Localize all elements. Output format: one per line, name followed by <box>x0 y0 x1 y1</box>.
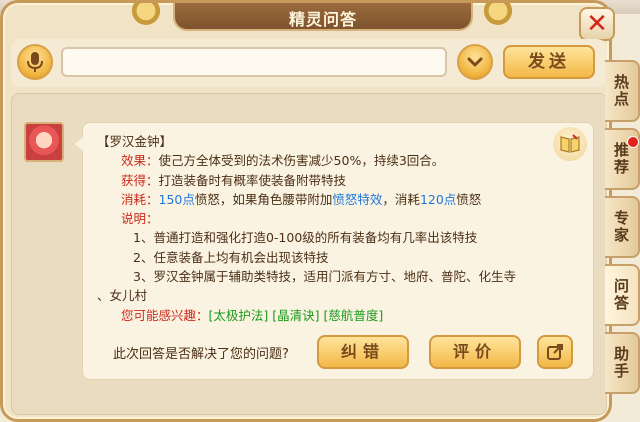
cost-value-2: 120点 <box>419 191 457 207</box>
tab-hot[interactable]: 热点 <box>605 60 640 122</box>
voice-button[interactable] <box>17 44 53 80</box>
tab-qa[interactable]: 问答 <box>605 264 640 326</box>
history-dropdown-button[interactable] <box>457 44 493 80</box>
title-bar: 精灵问答 <box>173 3 473 31</box>
microphone-icon <box>27 52 43 72</box>
send-button[interactable]: 发送 <box>503 45 595 79</box>
chevron-down-icon <box>467 57 483 67</box>
interest-link[interactable]: [慈航普度] <box>324 308 384 323</box>
correct-button[interactable]: 纠错 <box>317 335 409 369</box>
input-bar: 发送 <box>11 39 607 87</box>
book-icon[interactable] <box>553 127 587 161</box>
desc-item: 3、罗汉金钟属于辅助类特技，适用门派有方寸、地府、普陀、化生寺 <box>133 269 516 285</box>
effect-label: 效果 <box>121 153 147 169</box>
window-title: 精灵问答 <box>288 10 357 29</box>
tab-qa-label: 问答 <box>612 278 630 312</box>
tab-expert-label: 专家 <box>612 210 630 244</box>
obtain-line: 获得：打造装备时有概率使装备附带特技 <box>121 172 347 188</box>
answer-text: 【罗汉金钟】 效果：使己方全体受到的法术伤害减少50%，持续3回合。 获得：打造… <box>97 132 537 325</box>
feedback-row: 此次回答是否解决了您的问题? 纠错 评价 <box>113 333 583 369</box>
notification-dot <box>627 136 639 148</box>
effect-line: 效果：使己方全体受到的法术伤害减少50%，持续3回合。 <box>121 153 445 169</box>
tab-recommend[interactable]: 推荐 <box>605 128 640 190</box>
obtain-label: 获得 <box>121 172 147 188</box>
cost-text-1: 愤怒，如果角色腰带附加 <box>194 191 333 207</box>
desc-item: 2、任意装备上均有机会出现该特技 <box>133 249 329 265</box>
close-icon: ✕ <box>586 9 608 39</box>
interest-line: 您可能感兴趣：[太极护法] [晶清诀] [慈航普度] <box>121 307 384 323</box>
answer-heading: 【罗汉金钟】 <box>97 134 173 149</box>
tab-assistant-label: 助手 <box>612 346 630 380</box>
feedback-question: 此次回答是否解决了您的问题? <box>113 347 289 362</box>
cost-line: 消耗：150点愤怒，如果角色腰带附加愤怒特效，消耗120点愤怒 <box>121 191 482 207</box>
question-input[interactable] <box>61 47 447 77</box>
bubble-pointer <box>75 137 83 151</box>
share-icon <box>547 344 563 360</box>
cost-label: 消耗 <box>121 191 147 207</box>
cost-text-2: ，消耗 <box>382 191 420 207</box>
desc-label: 说明 <box>121 211 147 227</box>
desc-item-continuation: 、女儿村 <box>97 288 148 304</box>
desc-line: 说明： <box>121 211 159 227</box>
effect-text: 使己方全体受到的法术伤害减少50%，持续3回合。 <box>158 153 445 169</box>
answer-area: 【罗汉金钟】 效果：使己方全体受到的法术伤害减少50%，持续3回合。 获得：打造… <box>11 93 607 415</box>
cost-value-1: 150点 <box>158 191 195 207</box>
rate-button[interactable]: 评价 <box>429 335 521 369</box>
desc-item: 1、普通打造和强化打造0-100级的所有装备均有几率出该特技 <box>133 230 478 246</box>
interest-link[interactable]: [太极护法] <box>209 308 269 323</box>
tab-expert[interactable]: 专家 <box>605 196 640 258</box>
title-ornament-left <box>121 3 171 29</box>
cost-text-3: 愤怒 <box>456 191 482 207</box>
interest-link[interactable]: [晶清诀] <box>272 308 319 323</box>
title-ornament-right <box>473 3 523 29</box>
answer-bubble: 【罗汉金钟】 效果：使己方全体受到的法术伤害减少50%，持续3回合。 获得：打造… <box>75 122 594 380</box>
tab-hot-label: 热点 <box>612 74 630 108</box>
rage-effect-link[interactable]: 愤怒特效 <box>332 192 382 207</box>
close-button[interactable]: ✕ <box>579 7 615 41</box>
obtain-text: 打造装备时有概率使装备附带特技 <box>158 172 347 188</box>
interest-label: 您可能感兴趣 <box>121 307 197 323</box>
share-button[interactable] <box>537 335 573 369</box>
tab-assistant[interactable]: 助手 <box>605 332 640 394</box>
sprite-avatar <box>24 122 64 162</box>
faq-window: 精灵问答 ✕ 发送 【罗汉金钟】 效果：使己方全体受到的法术伤害减少50%，持续… <box>0 0 615 422</box>
